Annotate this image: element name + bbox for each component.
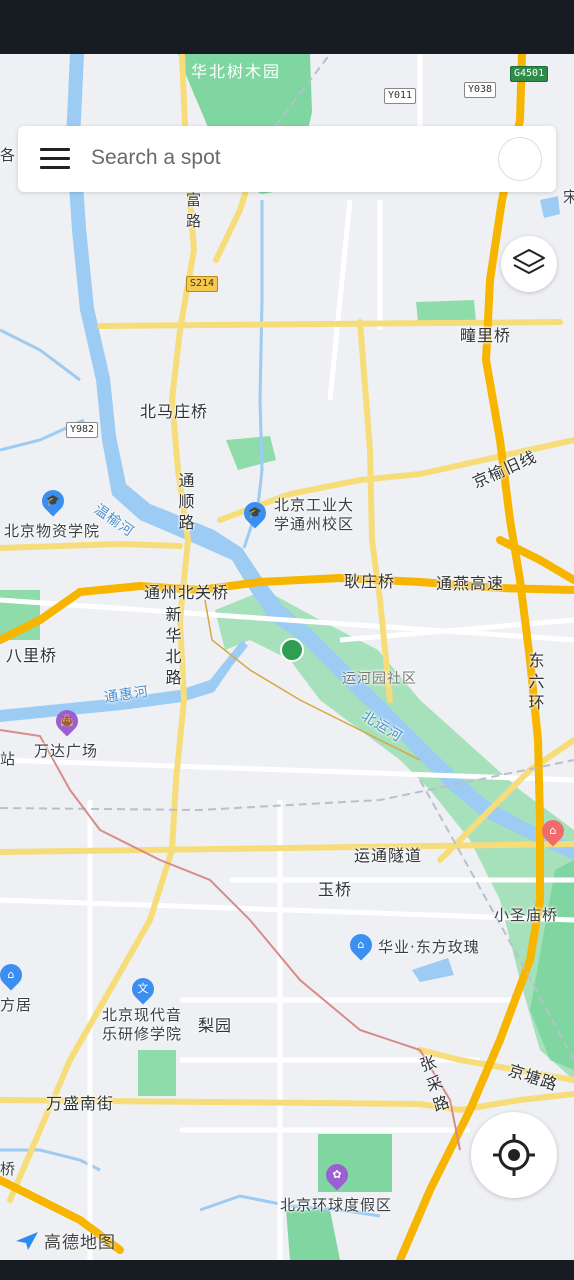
fu-road-label: 富路 <box>185 191 202 230</box>
beimazhuang-bridge-label: 北马庄桥 <box>140 402 209 421</box>
balitiao-bridge-label: 八里桥 <box>6 646 58 665</box>
wuzi-college-label: 北京物资学院 <box>4 522 101 540</box>
partial-label-ge: 各 <box>0 146 17 164</box>
landmark-icon[interactable]: ⌂ <box>537 815 569 847</box>
college-icon[interactable]: 🎓 <box>37 485 69 517</box>
tongshun-road-label: 通顺路 <box>178 471 196 532</box>
wanda-plaza-label: 万达广场 <box>34 742 99 760</box>
avatar[interactable] <box>498 137 542 181</box>
dongliu-ring-label: 东六环 <box>528 651 546 712</box>
s214-shield: S214 <box>186 276 219 292</box>
tongzhou-beiguan-bridge-label: 通州北关桥 <box>144 583 230 602</box>
map-view[interactable]: 华北树木园 富路 各 宋 北马庄桥 通顺路 温榆河 北京物资学院 北京工业大学通… <box>0 54 574 1260</box>
modern-music-college-label: 北京现代音乐研修学院 <box>102 1006 183 1043</box>
wansheng-south-street-label: 万盛南街 <box>46 1094 115 1113</box>
y011-shield: Y011 <box>384 88 417 104</box>
yuntong-tunnel-label: 运通隧道 <box>354 846 423 865</box>
partial-label-zhan: 站 <box>0 750 17 768</box>
menu-icon[interactable] <box>40 148 70 170</box>
park-icon[interactable] <box>280 638 304 662</box>
tongli-bridge-label: 疃里桥 <box>460 326 512 345</box>
g4501-shield: G4501 <box>510 66 549 82</box>
yuqiao-label: 玉桥 <box>318 880 353 899</box>
y038-shield: Y038 <box>464 82 497 98</box>
theme-park-icon[interactable]: ✿ <box>321 1159 353 1191</box>
y982-shield: Y982 <box>66 422 99 438</box>
yunheyuan-community-label: 运河园社区 <box>342 671 417 687</box>
locate-icon <box>493 1134 535 1176</box>
building-icon[interactable]: ⌂ <box>345 929 377 961</box>
liyuan-label: 梨园 <box>198 1016 233 1035</box>
attribution-text: 高德地图 <box>44 1233 116 1253</box>
huabei-park-label: 华北树木园 <box>191 62 282 81</box>
gengzhuang-bridge-label: 耿庄桥 <box>344 572 396 591</box>
college-icon[interactable]: 🎓 <box>239 497 271 529</box>
universal-resort-label: 北京环球度假区 <box>280 1196 393 1214</box>
search-input[interactable]: Search a spot <box>91 146 221 170</box>
bgd-campus-label: 北京工业大学通州校区 <box>274 496 355 533</box>
partial-label-song: 宋 <box>563 188 574 206</box>
amap-attribution: 高德地图 <box>14 1228 116 1253</box>
locate-button[interactable] <box>471 1112 557 1198</box>
amap-logo-icon <box>16 1231 38 1250</box>
navigation-bar <box>0 1260 574 1280</box>
partial-label-qiao: 桥 <box>0 1160 17 1178</box>
layers-icon <box>513 249 545 274</box>
music-school-icon[interactable]: 文 <box>127 973 159 1005</box>
partial-label-fangju: 方居 <box>0 996 33 1014</box>
shopping-bag-icon[interactable]: 👜 <box>51 705 83 737</box>
search-bar[interactable]: Search a spot <box>18 126 556 192</box>
xiaoshengmiao-bridge-label: 小圣庙桥 <box>494 906 559 924</box>
huaye-rose-label: 华业·东方玫瑰 <box>378 938 480 956</box>
layers-button[interactable] <box>501 236 557 292</box>
xinhua-north-road-label: 新华北路 <box>165 605 183 687</box>
tongyan-highway-label: 通燕高速 <box>436 574 505 593</box>
status-bar <box>0 0 574 54</box>
